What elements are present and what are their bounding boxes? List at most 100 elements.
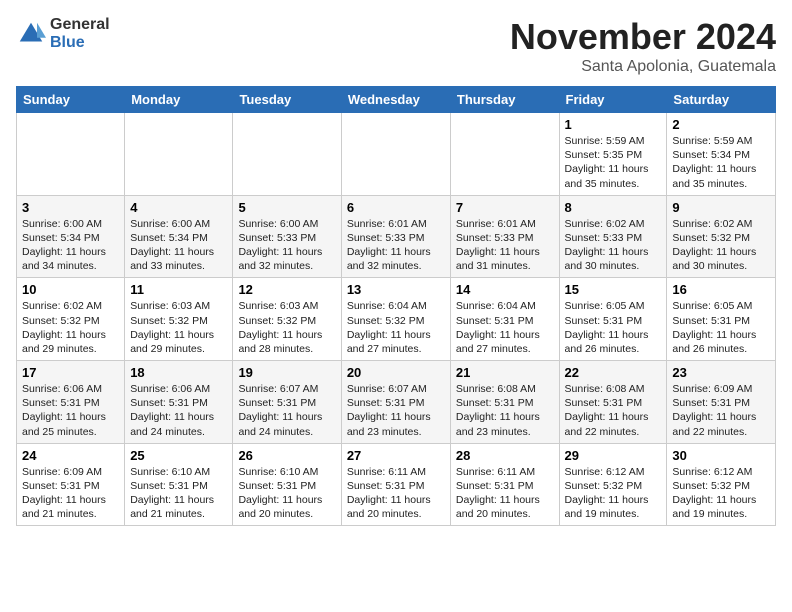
calendar-cell: 10Sunrise: 6:02 AM Sunset: 5:32 PM Dayli…	[17, 278, 125, 361]
day-info: Sunrise: 6:08 AM Sunset: 5:31 PM Dayligh…	[456, 382, 554, 439]
title-block: November 2024 Santa Apolonia, Guatemala	[510, 16, 776, 76]
calendar-cell: 16 Sunrise: 6:05 AM Sunset: 5:31 PM Dayli…	[667, 278, 776, 361]
day-number: 7	[456, 200, 554, 215]
day-info: Sunrise: 6:12 AM Sunset: 5:32 PM Dayligh…	[672, 465, 770, 522]
day-info: Sunrise: 6:10 AM Sunset: 5:31 PM Dayligh…	[130, 465, 227, 522]
day-number: 14	[456, 282, 554, 297]
calendar-cell: 2 Sunrise: 5:59 AM Sunset: 5:34 PM Daylig…	[667, 113, 776, 196]
day-info: Sunrise: 6:04 AM Sunset: 5:32 PM Dayligh…	[347, 299, 445, 356]
day-number: 12	[238, 282, 335, 297]
calendar-cell	[17, 113, 125, 196]
weekday-header-monday: Monday	[125, 87, 233, 113]
day-info: Sunrise: 6:09 AM Sunset: 5:31 PM Dayligh…	[672, 382, 770, 439]
calendar-table: SundayMondayTuesdayWednesdayThursdayFrid…	[16, 86, 776, 526]
day-number: 2	[672, 117, 770, 132]
day-info: Sunrise: 6:07 AM Sunset: 5:31 PM Dayligh…	[347, 382, 445, 439]
day-info: Sunrise: 6:03 AM Sunset: 5:32 PM Dayligh…	[130, 299, 227, 356]
calendar-cell: 28Sunrise: 6:11 AM Sunset: 5:31 PM Dayli…	[450, 443, 559, 526]
day-number: 27	[347, 448, 445, 463]
day-info: Sunrise: 6:10 AM Sunset: 5:31 PM Dayligh…	[238, 465, 335, 522]
day-info: Sunrise: 6:06 AM Sunset: 5:31 PM Dayligh…	[22, 382, 119, 439]
day-number: 21	[456, 365, 554, 380]
day-info: Sunrise: 6:00 AM Sunset: 5:34 PM Dayligh…	[130, 217, 227, 274]
calendar-cell: 1Sunrise: 5:59 AM Sunset: 5:35 PM Daylig…	[559, 113, 667, 196]
day-info: Sunrise: 6:12 AM Sunset: 5:32 PM Dayligh…	[565, 465, 662, 522]
day-number: 30	[672, 448, 770, 463]
day-number: 1	[565, 117, 662, 132]
weekday-header-tuesday: Tuesday	[233, 87, 341, 113]
logo-blue: Blue	[50, 34, 110, 52]
day-info: Sunrise: 6:05 AM Sunset: 5:31 PM Dayligh…	[672, 299, 770, 356]
calendar-cell: 17 Sunrise: 6:06 AM Sunset: 5:31 PM Dayli…	[17, 361, 125, 444]
calendar-cell: 9 Sunrise: 6:02 AM Sunset: 5:32 PM Daylig…	[667, 195, 776, 278]
day-number: 26	[238, 448, 335, 463]
calendar-cell: 13Sunrise: 6:04 AM Sunset: 5:32 PM Dayli…	[341, 278, 450, 361]
day-number: 16	[672, 282, 770, 297]
day-info: Sunrise: 6:00 AM Sunset: 5:34 PM Dayligh…	[22, 217, 119, 274]
calendar-week-2: 3 Sunrise: 6:00 AM Sunset: 5:34 PM Daylig…	[17, 195, 776, 278]
page-header: General Blue November 2024 Santa Apoloni…	[16, 16, 776, 76]
weekday-header-wednesday: Wednesday	[341, 87, 450, 113]
day-info: Sunrise: 6:01 AM Sunset: 5:33 PM Dayligh…	[347, 217, 445, 274]
calendar-week-1: 1Sunrise: 5:59 AM Sunset: 5:35 PM Daylig…	[17, 113, 776, 196]
day-number: 11	[130, 282, 227, 297]
calendar-cell: 12 Sunrise: 6:03 AM Sunset: 5:32 PM Dayli…	[233, 278, 341, 361]
day-number: 19	[238, 365, 335, 380]
calendar-cell: 19 Sunrise: 6:07 AM Sunset: 5:31 PM Dayli…	[233, 361, 341, 444]
day-number: 5	[238, 200, 335, 215]
calendar-body: 1Sunrise: 5:59 AM Sunset: 5:35 PM Daylig…	[17, 113, 776, 526]
location: Santa Apolonia, Guatemala	[510, 58, 776, 76]
day-number: 15	[565, 282, 662, 297]
day-number: 3	[22, 200, 119, 215]
day-info: Sunrise: 6:03 AM Sunset: 5:32 PM Dayligh…	[238, 299, 335, 356]
weekday-header-row: SundayMondayTuesdayWednesdayThursdayFrid…	[17, 87, 776, 113]
calendar-cell: 23Sunrise: 6:09 AM Sunset: 5:31 PM Dayli…	[667, 361, 776, 444]
weekday-header-friday: Friday	[559, 87, 667, 113]
day-number: 6	[347, 200, 445, 215]
calendar-cell: 20 Sunrise: 6:07 AM Sunset: 5:31 PM Dayli…	[341, 361, 450, 444]
calendar-cell	[450, 113, 559, 196]
day-number: 29	[565, 448, 662, 463]
day-info: Sunrise: 6:00 AM Sunset: 5:33 PM Dayligh…	[238, 217, 335, 274]
day-number: 9	[672, 200, 770, 215]
calendar-cell: 11 Sunrise: 6:03 AM Sunset: 5:32 PM Dayli…	[125, 278, 233, 361]
calendar-cell: 21 Sunrise: 6:08 AM Sunset: 5:31 PM Dayli…	[450, 361, 559, 444]
calendar-cell	[341, 113, 450, 196]
month-title: November 2024	[510, 16, 776, 58]
day-number: 20	[347, 365, 445, 380]
day-number: 17	[22, 365, 119, 380]
weekday-header-saturday: Saturday	[667, 87, 776, 113]
calendar-cell: 22Sunrise: 6:08 AM Sunset: 5:31 PM Dayli…	[559, 361, 667, 444]
calendar-cell: 18Sunrise: 6:06 AM Sunset: 5:31 PM Dayli…	[125, 361, 233, 444]
calendar-cell: 25 Sunrise: 6:10 AM Sunset: 5:31 PM Dayli…	[125, 443, 233, 526]
weekday-header-thursday: Thursday	[450, 87, 559, 113]
day-info: Sunrise: 6:02 AM Sunset: 5:32 PM Dayligh…	[672, 217, 770, 274]
calendar-cell: 6 Sunrise: 6:01 AM Sunset: 5:33 PM Daylig…	[341, 195, 450, 278]
calendar-cell: 26 Sunrise: 6:10 AM Sunset: 5:31 PM Dayli…	[233, 443, 341, 526]
calendar-cell: 7Sunrise: 6:01 AM Sunset: 5:33 PM Daylig…	[450, 195, 559, 278]
calendar-week-3: 10Sunrise: 6:02 AM Sunset: 5:32 PM Dayli…	[17, 278, 776, 361]
logo-text: General Blue	[50, 16, 110, 51]
calendar-cell: 14 Sunrise: 6:04 AM Sunset: 5:31 PM Dayli…	[450, 278, 559, 361]
day-info: Sunrise: 6:11 AM Sunset: 5:31 PM Dayligh…	[456, 465, 554, 522]
day-info: Sunrise: 6:04 AM Sunset: 5:31 PM Dayligh…	[456, 299, 554, 356]
day-number: 8	[565, 200, 662, 215]
day-info: Sunrise: 6:05 AM Sunset: 5:31 PM Dayligh…	[565, 299, 662, 356]
calendar-cell: 30 Sunrise: 6:12 AM Sunset: 5:32 PM Dayli…	[667, 443, 776, 526]
day-number: 25	[130, 448, 227, 463]
calendar-cell: 5 Sunrise: 6:00 AM Sunset: 5:33 PM Daylig…	[233, 195, 341, 278]
day-info: Sunrise: 6:08 AM Sunset: 5:31 PM Dayligh…	[565, 382, 662, 439]
day-info: Sunrise: 6:07 AM Sunset: 5:31 PM Dayligh…	[238, 382, 335, 439]
logo-icon	[16, 19, 46, 49]
calendar-week-5: 24 Sunrise: 6:09 AM Sunset: 5:31 PM Dayli…	[17, 443, 776, 526]
day-info: Sunrise: 5:59 AM Sunset: 5:34 PM Dayligh…	[672, 134, 770, 191]
calendar-cell: 8Sunrise: 6:02 AM Sunset: 5:33 PM Daylig…	[559, 195, 667, 278]
logo: General Blue	[16, 16, 110, 51]
calendar-cell: 29 Sunrise: 6:12 AM Sunset: 5:32 PM Dayli…	[559, 443, 667, 526]
calendar-cell	[125, 113, 233, 196]
day-number: 24	[22, 448, 119, 463]
calendar-cell: 15 Sunrise: 6:05 AM Sunset: 5:31 PM Dayli…	[559, 278, 667, 361]
calendar-week-4: 17 Sunrise: 6:06 AM Sunset: 5:31 PM Dayli…	[17, 361, 776, 444]
day-info: Sunrise: 6:09 AM Sunset: 5:31 PM Dayligh…	[22, 465, 119, 522]
day-number: 10	[22, 282, 119, 297]
